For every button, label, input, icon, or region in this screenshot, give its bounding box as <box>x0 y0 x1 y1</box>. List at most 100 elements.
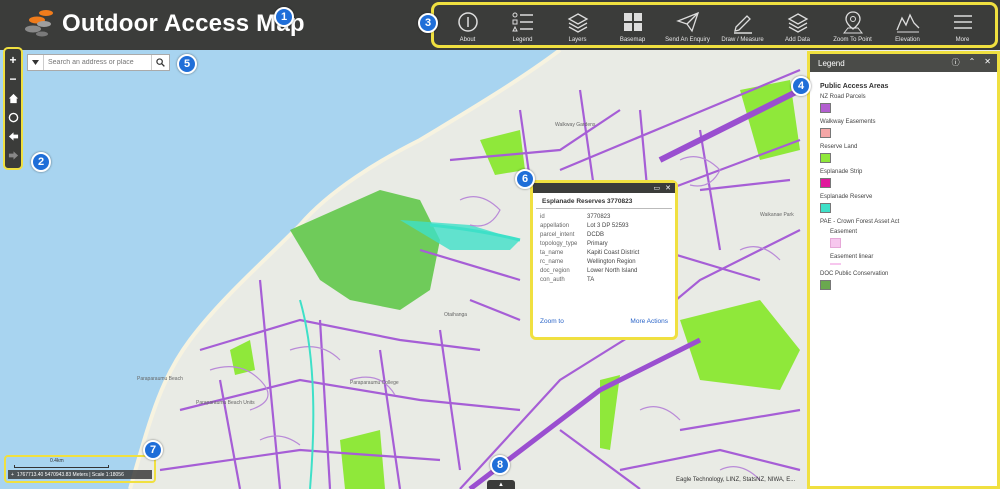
legend-swatch <box>820 128 831 138</box>
legend-item-label: Easement <box>830 229 858 235</box>
legend-item: DOC Public Conservation <box>820 271 997 290</box>
previous-extent-button[interactable] <box>6 128 20 144</box>
attribute-table-toggle[interactable]: ▲ <box>487 480 515 489</box>
coordinate-readout[interactable]: + 1767713.40 5470943.83 Meters | Scale 1… <box>8 470 152 479</box>
callout-2: 2 <box>31 152 51 172</box>
zoom-out-button[interactable]: − <box>6 71 20 87</box>
legend-item-label: DOC Public Conservation <box>820 271 889 277</box>
app-header: Outdoor Access Map 1 About Legend Layers… <box>0 0 1000 50</box>
attr-key: topology_type <box>540 240 578 247</box>
legend-item: Easement <box>830 229 997 248</box>
scale-bar <box>14 465 109 468</box>
legend-swatch <box>820 178 831 188</box>
search-box <box>27 54 170 71</box>
maximize-icon[interactable]: ▭ <box>654 184 661 192</box>
map-nav-bar: + − <box>3 47 23 170</box>
legend-button[interactable]: Legend <box>495 5 550 45</box>
layers-label: Layers <box>568 37 587 43</box>
locate-button[interactable] <box>6 109 20 125</box>
info-icon[interactable]: ⓘ <box>952 57 960 68</box>
chevron-up-icon: ▲ <box>498 481 504 488</box>
legend-title: Legend <box>818 58 845 68</box>
draw-measure-label: Draw / Measure <box>721 37 764 43</box>
table-row: id 3770823 <box>540 212 639 221</box>
legend-item-label: Esplanade Strip <box>820 169 863 175</box>
about-button[interactable]: About <box>440 5 495 45</box>
legend-item: Easement linear <box>830 254 997 265</box>
send-enquiry-button[interactable]: Send An Enquiry <box>660 5 715 45</box>
search-source-dropdown[interactable] <box>28 55 44 70</box>
attr-value: Lower North Island <box>587 267 638 274</box>
map-pin-icon <box>842 11 863 34</box>
pencil-icon <box>733 15 752 34</box>
basemap-label: Basemap <box>619 37 646 43</box>
map-attribution: Eagle Technology, LINZ, StatsNZ, NIWA, E… <box>676 477 796 483</box>
zoom-to-point-button[interactable]: Zoom To Point <box>825 5 880 45</box>
logo-icon <box>25 10 53 37</box>
more-label: More <box>955 37 970 43</box>
coordinate-text: 1767713.40 5470943.83 Meters | Scale 1:1… <box>16 471 124 478</box>
zoom-to-point-label: Zoom To Point <box>833 37 872 43</box>
legend-label: Legend <box>512 37 533 43</box>
menu-icon <box>953 15 972 29</box>
table-row: ta_name Kapiti Coast District <box>540 248 639 257</box>
legend-swatch <box>820 280 831 290</box>
attr-value: Primary <box>587 240 608 247</box>
elevation-label: Elevation <box>895 37 920 43</box>
table-row: topology_type Primary <box>540 239 639 248</box>
label-college: Paraparaumu College <box>350 380 399 386</box>
legend-item-label: Esplanade Reserve <box>820 194 873 200</box>
about-label: About <box>459 37 476 43</box>
crosshair-icon: + <box>11 471 14 478</box>
table-row: parcel_intent DCDB <box>540 230 639 239</box>
elevation-button[interactable]: Elevation <box>880 5 935 45</box>
legend-item: Esplanade Reserve <box>820 194 997 213</box>
legend-layer-title: Public Access Areas <box>820 83 889 90</box>
attr-value: Wellington Region <box>587 258 636 265</box>
send-enquiry-label: Send An Enquiry <box>665 37 710 43</box>
app-title: Outdoor Access Map <box>62 10 305 37</box>
table-row: doc_region Lower North Island <box>540 266 639 275</box>
arrow-left-icon <box>8 131 18 141</box>
legend-swatch <box>830 263 841 265</box>
zoom-in-button[interactable]: + <box>6 52 20 68</box>
search-button[interactable] <box>151 55 169 70</box>
legend-item-label: Easement linear <box>830 254 874 260</box>
attr-key: appellation <box>540 222 570 229</box>
legend-item: NZ Road Parcels <box>820 94 997 113</box>
collapse-icon[interactable]: ⌃ <box>969 57 976 68</box>
add-data-label: Add Data <box>784 37 811 43</box>
close-icon[interactable]: ✕ <box>665 184 671 192</box>
legend-panel: Legend ⓘ ⌃ ✕ Public Access Areas NZ Road… <box>807 51 1000 489</box>
search-input[interactable] <box>44 55 151 70</box>
popup-titlebar: ▭ ✕ <box>533 183 675 193</box>
attr-value: Lot 3 DP 52593 <box>587 222 629 229</box>
add-data-button[interactable]: Add Data <box>770 5 825 45</box>
attr-key: rc_name <box>540 258 564 265</box>
draw-measure-button[interactable]: Draw / Measure <box>715 5 770 45</box>
elevation-icon <box>895 13 919 33</box>
attr-key: con_auth <box>540 276 565 283</box>
legend-item-label: Walkway Easements <box>820 119 876 125</box>
layers-button[interactable]: Layers <box>550 5 605 45</box>
legend-swatch <box>830 238 841 248</box>
close-icon[interactable]: ✕ <box>984 57 991 68</box>
label-beach-units: Paraparaumu Beach Units <box>196 400 255 406</box>
legend-swatch <box>820 153 831 163</box>
next-extent-button[interactable] <box>6 147 20 163</box>
callout-1: 1 <box>274 7 294 27</box>
callout-3: 3 <box>418 13 438 33</box>
popup-attributes: id 3770823 appellation Lot 3 DP 52593 parc… <box>540 212 639 284</box>
home-button[interactable] <box>6 90 20 106</box>
attr-key: id <box>540 213 545 220</box>
attr-key: ta_name <box>540 249 564 256</box>
zoom-to-link[interactable]: Zoom to <box>540 318 564 325</box>
legend-swatch <box>820 103 831 113</box>
feature-popup: ▭ ✕ Esplanade Reserves 3770823 id 3770823… <box>530 180 678 340</box>
scale-and-coordinates: 0.4km + 1767713.40 5470943.83 Meters | S… <box>4 455 156 483</box>
more-actions-link[interactable]: More Actions <box>630 318 668 325</box>
map-view[interactable]: Paraparaumu Beach Otaihanga Walkway Gard… <box>0 50 807 489</box>
more-button[interactable]: More <box>935 5 990 45</box>
attr-value: 3770823 <box>587 213 611 220</box>
basemap-button[interactable]: Basemap <box>605 5 660 45</box>
